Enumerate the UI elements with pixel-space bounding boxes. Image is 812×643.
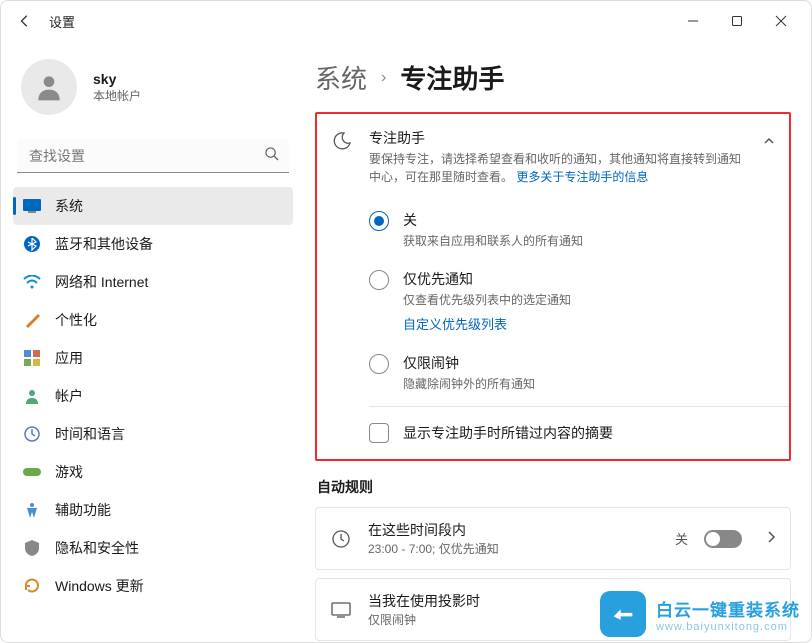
clock-globe-icon (23, 425, 41, 443)
radio-label: 关 (403, 210, 583, 230)
focus-assist-description: 要保持专注，请选择希望查看和收听的通知，其他通知将直接转到通知中心，可在那里随时… (369, 150, 741, 186)
close-button[interactable] (759, 5, 803, 37)
person-icon (33, 71, 65, 103)
avatar (21, 59, 77, 115)
breadcrumb: 系统 › 专注助手 (315, 59, 791, 96)
chevron-right-icon: › (381, 69, 386, 87)
arrow-left-icon (18, 14, 32, 28)
gaming-icon (23, 463, 41, 481)
profile-name: sky (93, 71, 141, 87)
toggle-switch[interactable] (704, 530, 742, 548)
radio-sub: 仅查看优先级列表中的选定通知 (403, 291, 571, 308)
summary-checkbox-row[interactable]: 显示专注助手时所错过内容的摘要 (317, 411, 789, 459)
sidebar-item-label: 时间和语言 (55, 424, 125, 444)
sidebar-item-label: Windows 更新 (55, 576, 144, 596)
customize-priority-link[interactable]: 自定义优先级列表 (403, 314, 571, 333)
main-content: 系统 › 专注助手 专注助手 要保持专注，请选择希望查看和收听的通知，其他通知将… (301, 41, 811, 642)
radio-label: 仅限闹钟 (403, 353, 535, 373)
chevron-up-icon[interactable] (763, 134, 775, 150)
wifi-icon (23, 273, 41, 291)
update-icon (23, 577, 41, 595)
user-profile[interactable]: sky 本地帐户 (13, 53, 293, 133)
window-title: 设置 (49, 12, 75, 31)
sidebar-item-gaming[interactable]: 游戏 (13, 453, 293, 491)
chevron-right-icon (766, 530, 776, 548)
sidebar-item-label: 隐私和安全性 (55, 538, 139, 558)
close-icon (775, 15, 787, 27)
divider (369, 406, 789, 407)
watermark: 白云一键重装系统 www.baiyunxitong.com (600, 591, 800, 637)
moon-icon (331, 130, 353, 152)
sidebar-item-label: 游戏 (55, 462, 83, 482)
sidebar-item-label: 帐户 (55, 386, 83, 406)
sidebar: sky 本地帐户 系统 蓝牙和其他设备 (1, 41, 301, 642)
radio-indicator (369, 270, 389, 290)
back-button[interactable] (9, 5, 41, 37)
sidebar-item-label: 蓝牙和其他设备 (55, 234, 153, 254)
checkbox[interactable] (369, 423, 389, 443)
minimize-button[interactable] (671, 5, 715, 37)
rule-sub: 23:00 - 7:00; 仅优先通知 (368, 540, 659, 557)
monitor-icon (330, 599, 352, 621)
radio-alarms-only[interactable]: 仅限闹钟 隐藏除闹钟外的所有通知 (369, 343, 789, 402)
radio-indicator (369, 354, 389, 374)
sidebar-item-label: 个性化 (55, 310, 97, 330)
apps-icon (23, 349, 41, 367)
sidebar-item-label: 应用 (55, 348, 83, 368)
brush-icon (23, 311, 41, 329)
sidebar-item-accessibility[interactable]: 辅助功能 (13, 491, 293, 529)
clock-icon (330, 528, 352, 550)
sidebar-item-windows-update[interactable]: Windows 更新 (13, 567, 293, 605)
minimize-icon (687, 15, 699, 27)
radio-indicator (369, 211, 389, 231)
focus-assist-title: 专注助手 (369, 128, 741, 148)
profile-subtitle: 本地帐户 (93, 87, 141, 104)
sidebar-item-personalization[interactable]: 个性化 (13, 301, 293, 339)
maximize-icon (731, 15, 743, 27)
radio-priority-only[interactable]: 仅优先通知 仅查看优先级列表中的选定通知 自定义优先级列表 (369, 259, 789, 343)
bluetooth-icon (23, 235, 41, 253)
sidebar-item-label: 网络和 Internet (55, 272, 148, 292)
radio-sub: 获取来自应用和联系人的所有通知 (403, 232, 583, 249)
search-icon (264, 146, 279, 166)
radio-off[interactable]: 关 获取来自应用和联系人的所有通知 (369, 200, 789, 259)
watermark-logo-icon (600, 591, 646, 637)
titlebar: 设置 (1, 1, 811, 41)
rule-state: 关 (675, 529, 688, 548)
focus-assist-info-link[interactable]: 更多关于专注助手的信息 (516, 170, 648, 184)
radio-sub: 隐藏除闹钟外的所有通知 (403, 375, 535, 392)
sidebar-item-privacy[interactable]: 隐私和安全性 (13, 529, 293, 567)
account-icon (23, 387, 41, 405)
breadcrumb-parent[interactable]: 系统 (315, 59, 367, 96)
radio-label: 仅优先通知 (403, 269, 571, 289)
sidebar-item-accounts[interactable]: 帐户 (13, 377, 293, 415)
breadcrumb-current: 专注助手 (400, 59, 504, 96)
maximize-button[interactable] (715, 5, 759, 37)
sidebar-item-system[interactable]: 系统 (13, 187, 293, 225)
sidebar-item-time-language[interactable]: 时间和语言 (13, 415, 293, 453)
highlight-box: 专注助手 要保持专注，请选择希望查看和收听的通知，其他通知将直接转到通知中心，可… (315, 112, 791, 461)
accessibility-icon (23, 501, 41, 519)
rule-time-range[interactable]: 在这些时间段内 23:00 - 7:00; 仅优先通知 关 (315, 507, 791, 570)
sidebar-item-label: 辅助功能 (55, 500, 111, 520)
auto-rules-heading: 自动规则 (317, 477, 791, 497)
rule-title: 在这些时间段内 (368, 520, 659, 540)
focus-assist-header[interactable]: 专注助手 要保持专注，请选择希望查看和收听的通知，其他通知将直接转到通知中心，可… (317, 114, 789, 200)
sidebar-item-label: 系统 (55, 196, 83, 216)
sidebar-item-bluetooth[interactable]: 蓝牙和其他设备 (13, 225, 293, 263)
nav-list: 系统 蓝牙和其他设备 网络和 Internet 个性化 应用 (13, 187, 293, 605)
checkbox-label: 显示专注助手时所错过内容的摘要 (403, 423, 613, 443)
watermark-text: 白云一键重装系统 (656, 596, 800, 621)
search-input[interactable] (17, 139, 289, 173)
sidebar-item-apps[interactable]: 应用 (13, 339, 293, 377)
shield-icon (23, 539, 41, 557)
system-icon (23, 197, 41, 215)
sidebar-item-network[interactable]: 网络和 Internet (13, 263, 293, 301)
watermark-url: www.baiyunxitong.com (656, 621, 788, 633)
